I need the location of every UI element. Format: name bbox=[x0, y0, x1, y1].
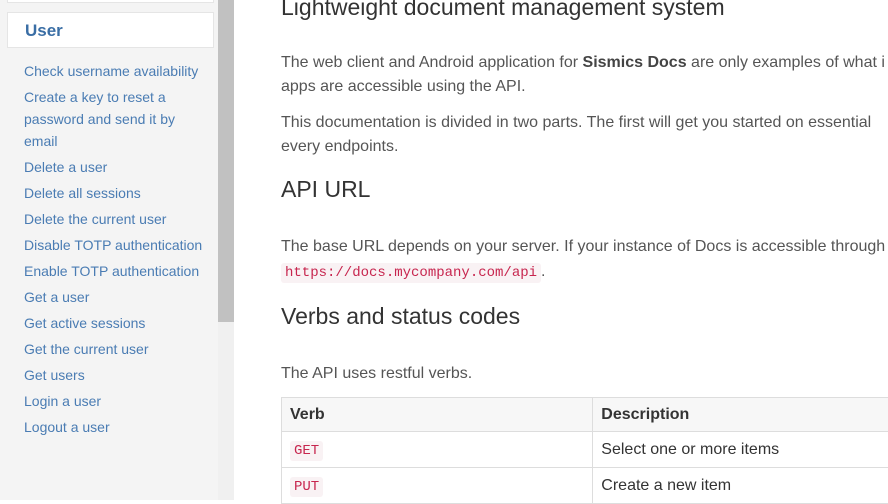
intro-paragraph-2-cont: every endpoints. bbox=[281, 135, 398, 159]
scrollbar-thumb[interactable] bbox=[218, 0, 234, 322]
text: are only examples of what i bbox=[687, 54, 885, 71]
intro-paragraph: The web client and Android application f… bbox=[281, 51, 885, 75]
verbs-table: VerbDescription GET Select one or more it… bbox=[281, 397, 888, 504]
sidebar-link[interactable]: Check username availability bbox=[24, 60, 204, 82]
table-row: PUT Create a new item bbox=[282, 468, 888, 504]
sidebar-link[interactable]: Get the current user bbox=[24, 338, 204, 360]
text: The web client and Android application f… bbox=[281, 54, 583, 71]
column-header: Description bbox=[593, 398, 888, 432]
sidebar-link[interactable]: Disable TOTP authentication bbox=[24, 234, 204, 256]
verb-code: GET bbox=[290, 441, 323, 461]
sidebar-link[interactable]: Delete all sessions bbox=[24, 182, 204, 204]
sidebar: User Check username availability Create … bbox=[0, 0, 218, 500]
page-title: Lightweight document management system bbox=[281, 0, 725, 21]
sidebar-link[interactable]: Login a user bbox=[24, 390, 204, 412]
sidebar-link[interactable]: Logout a user bbox=[24, 416, 204, 438]
sidebar-link[interactable]: Get a user bbox=[24, 286, 204, 308]
sidebar-link[interactable]: Get users bbox=[24, 364, 204, 386]
verb-cell: GET bbox=[282, 432, 593, 468]
description-cell: Create a new item bbox=[593, 468, 888, 504]
api-url-line: https://docs.mycompany.com/api. bbox=[281, 260, 546, 285]
sidebar-link[interactable]: Delete a user bbox=[24, 156, 204, 178]
sidebar-link[interactable]: Enable TOTP authentication bbox=[24, 260, 204, 282]
verbs-text: The API uses restful verbs. bbox=[281, 362, 472, 386]
column-header: Verb bbox=[282, 398, 593, 432]
api-url-code: https://docs.mycompany.com/api bbox=[281, 263, 541, 283]
sidebar-link[interactable]: Get active sessions bbox=[24, 312, 204, 334]
verbs-heading: Verbs and status codes bbox=[281, 303, 520, 330]
sidebar-link[interactable]: Create a key to reset a password and sen… bbox=[24, 86, 204, 152]
brand-name: Sismics Docs bbox=[583, 54, 687, 71]
verb-code: PUT bbox=[290, 477, 323, 497]
sidebar-links: Check username availability Create a key… bbox=[24, 60, 204, 442]
description-cell: Select one or more items bbox=[593, 432, 888, 468]
table-row: GET Select one or more items bbox=[282, 432, 888, 468]
verb-cell: PUT bbox=[282, 468, 593, 504]
sidebar-section-user[interactable]: User bbox=[7, 12, 214, 48]
api-url-text: The base URL depends on your server. If … bbox=[281, 235, 885, 259]
intro-paragraph-cont: apps are accessible using the API. bbox=[281, 75, 526, 99]
table-header-row: VerbDescription bbox=[282, 398, 888, 432]
api-url-heading: API URL bbox=[281, 176, 370, 203]
previous-section[interactable] bbox=[7, 0, 214, 3]
sidebar-scrollbar[interactable] bbox=[218, 0, 234, 500]
intro-paragraph-2: This documentation is divided in two par… bbox=[281, 111, 871, 135]
sidebar-link[interactable]: Delete the current user bbox=[24, 208, 204, 230]
